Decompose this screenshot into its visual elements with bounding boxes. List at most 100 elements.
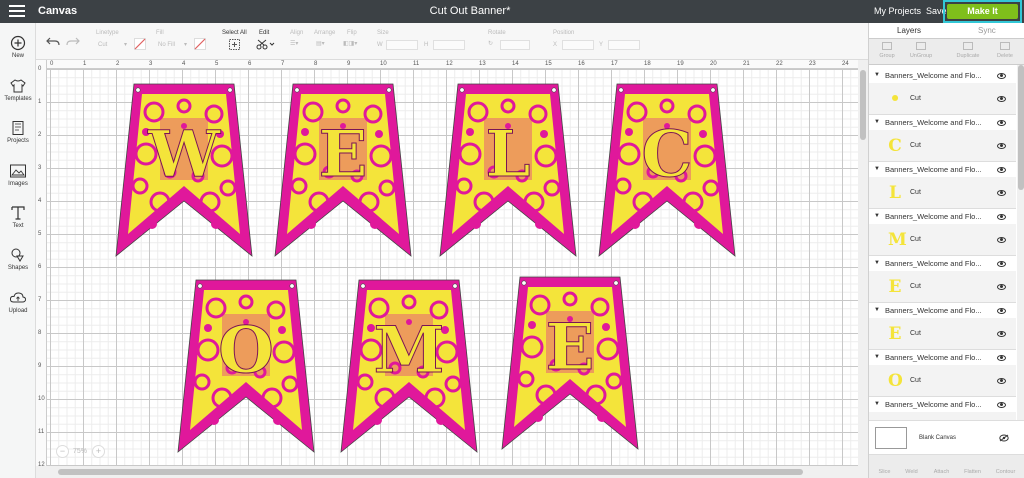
- scroll-thumb[interactable]: [58, 469, 803, 475]
- layer-actions: Group UnGroup Duplicate Delete: [869, 39, 1024, 65]
- banner-letter: E: [319, 117, 368, 192]
- eye-icon[interactable]: [997, 331, 1006, 337]
- dot-cutout: [278, 326, 286, 334]
- caret-down-icon[interactable]: ▼: [874, 119, 880, 125]
- banner-pennant[interactable]: C: [598, 83, 736, 257]
- layer-group-name: Banners_Welcome and Flo...: [885, 353, 982, 362]
- layers-panel: Layers Sync Group UnGroup Duplicate Dele…: [868, 23, 1024, 478]
- layer-group-row[interactable]: ▼ Banners_Welcome and Flo...: [869, 351, 1016, 365]
- make-it-button[interactable]: Make It: [947, 4, 1018, 19]
- layer-group-row[interactable]: ▼ Banners_Welcome and Flo...: [869, 257, 1016, 271]
- eye-icon[interactable]: [997, 167, 1006, 173]
- weld-button[interactable]: Weld: [896, 469, 927, 475]
- eye-icon[interactable]: [997, 120, 1006, 126]
- layer-row[interactable]: E Cut: [869, 318, 1016, 350]
- hidden-eye-icon[interactable]: [999, 434, 1009, 442]
- eye-icon[interactable]: [997, 214, 1006, 220]
- panel-tabs: Layers Sync: [869, 23, 1024, 39]
- eye-icon[interactable]: [997, 190, 1006, 196]
- banner-pennant[interactable]: E: [501, 276, 639, 450]
- layer-row[interactable]: C Cut: [869, 130, 1016, 162]
- layer-row[interactable]: M Cut: [869, 224, 1016, 256]
- banner-letter: E: [546, 310, 595, 385]
- layer-group-name: Banners_Welcome and Flo...: [885, 306, 982, 315]
- group-button[interactable]: Group: [871, 42, 903, 59]
- canvas-vertical-scrollbar[interactable]: [858, 60, 868, 466]
- eye-icon[interactable]: [997, 402, 1006, 408]
- layer-group-row[interactable]: ▼ Banners_Welcome and Flo...: [869, 304, 1016, 318]
- caret-down-icon[interactable]: ▼: [874, 307, 880, 313]
- layer-linetype: Cut: [910, 236, 921, 243]
- ungroup-label: UnGroup: [909, 53, 933, 59]
- dot-cutout: [211, 219, 221, 229]
- banner-pennant[interactable]: W: [115, 83, 253, 257]
- bottom-actions: Slice Weld Attach Flatten Contour: [869, 454, 1024, 478]
- dot-cutout: [273, 415, 283, 425]
- zoom-in-button[interactable]: +: [92, 445, 105, 458]
- banner-pennant[interactable]: L: [439, 83, 577, 257]
- eye-icon[interactable]: [997, 284, 1006, 290]
- banner-letter: W: [147, 117, 221, 192]
- caret-down-icon[interactable]: ▼: [874, 260, 880, 266]
- scroll-thumb[interactable]: [860, 70, 866, 140]
- dot-cutout: [597, 412, 607, 422]
- scroll-thumb[interactable]: [1018, 65, 1024, 190]
- layer-row[interactable]: • Cut: [869, 83, 1016, 115]
- hanging-hole: [710, 87, 716, 93]
- caret-down-icon[interactable]: ▼: [874, 72, 880, 78]
- layer-list: ▼ Banners_Welcome and Flo... • Cut ▼ Banners_…: [869, 65, 1016, 437]
- zoom-out-button[interactable]: −: [56, 445, 69, 458]
- caret-down-icon[interactable]: ▼: [874, 213, 880, 219]
- layer-row[interactable]: O Cut: [869, 365, 1016, 397]
- eye-icon[interactable]: [997, 237, 1006, 243]
- ungroup-button[interactable]: UnGroup: [905, 42, 937, 59]
- layers-scrollbar[interactable]: [1017, 65, 1024, 437]
- tab-sync[interactable]: Sync: [978, 26, 996, 35]
- hanging-hole: [613, 280, 619, 286]
- dot-cutout: [301, 128, 309, 136]
- layer-group-row[interactable]: ▼ Banners_Welcome and Flo...: [869, 116, 1016, 130]
- canvas-horizontal-scrollbar[interactable]: [36, 466, 868, 478]
- caret-down-icon[interactable]: ▼: [874, 166, 880, 172]
- hanging-hole: [227, 87, 233, 93]
- attach-button[interactable]: Attach: [926, 469, 957, 475]
- caret-down-icon[interactable]: ▼: [874, 354, 880, 360]
- zoom-control: − 75% +: [56, 443, 108, 461]
- layer-group-row[interactable]: ▼ Banners_Welcome and Flo...: [869, 398, 1016, 412]
- blank-canvas-row[interactable]: Blank Canvas: [869, 420, 1024, 454]
- my-projects-link[interactable]: My Projects: [874, 6, 921, 16]
- dot-cutout: [372, 415, 382, 425]
- banner-pennant[interactable]: E: [274, 83, 412, 257]
- delete-label: Delete: [997, 53, 1013, 59]
- delete-button[interactable]: Delete: [989, 42, 1021, 59]
- banner-pennant[interactable]: M: [340, 279, 478, 453]
- eye-icon[interactable]: [997, 73, 1006, 79]
- eye-icon[interactable]: [997, 308, 1006, 314]
- eye-icon[interactable]: [997, 378, 1006, 384]
- caret-down-icon[interactable]: ▼: [874, 401, 880, 407]
- tab-layers[interactable]: Layers: [897, 26, 921, 35]
- eye-icon[interactable]: [997, 355, 1006, 361]
- eye-icon[interactable]: [997, 96, 1006, 102]
- eye-icon[interactable]: [997, 143, 1006, 149]
- layer-group-name: Banners_Welcome and Flo...: [885, 400, 982, 409]
- duplicate-button[interactable]: Duplicate: [952, 42, 984, 59]
- banner-pennant[interactable]: O: [177, 279, 315, 453]
- contour-button[interactable]: Contour: [990, 469, 1021, 475]
- layer-group-row[interactable]: ▼ Banners_Welcome and Flo...: [869, 69, 1016, 83]
- eye-icon[interactable]: [997, 261, 1006, 267]
- layer-group-row[interactable]: ▼ Banners_Welcome and Flo...: [869, 163, 1016, 177]
- hanging-hole: [452, 283, 458, 289]
- layer-group-name: Banners_Welcome and Flo...: [885, 71, 982, 80]
- layer-row[interactable]: L Cut: [869, 177, 1016, 209]
- banner-letter: M: [374, 313, 445, 388]
- layer-thumbnail: O: [888, 371, 903, 391]
- flatten-button[interactable]: Flatten: [957, 469, 988, 475]
- layer-row[interactable]: E Cut: [869, 271, 1016, 303]
- dot-cutout: [466, 128, 474, 136]
- canvas-color-swatch[interactable]: [875, 427, 907, 449]
- group-label: Group: [879, 53, 895, 59]
- layer-group-row[interactable]: ▼ Banners_Welcome and Flo...: [869, 210, 1016, 224]
- layer-linetype: Cut: [910, 189, 921, 196]
- dot-cutout: [209, 415, 219, 425]
